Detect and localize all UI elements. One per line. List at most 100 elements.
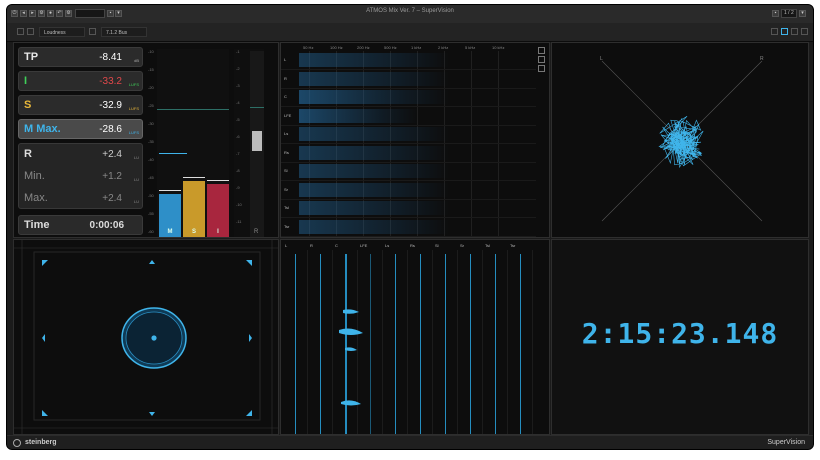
clock-panel: 2:15:23.148 — [551, 239, 809, 435]
short-term-label: S — [24, 99, 32, 111]
range-tick: -1 — [236, 49, 240, 54]
scale-tick: -30 — [148, 121, 154, 126]
spectrogram-band — [299, 90, 449, 104]
short-term-value: -32.9 — [99, 100, 122, 111]
window-title: ATMOS Mix Ver. 7 – SuperVision — [366, 8, 454, 14]
range-label: R — [24, 148, 32, 160]
spectrogram-band — [299, 53, 449, 67]
scale-tick: -60 — [148, 229, 154, 234]
dropdown-icon[interactable]: ▾ — [799, 10, 806, 17]
channel-separator — [281, 161, 536, 163]
speaker-icon — [249, 334, 252, 342]
bar-label: S — [191, 229, 196, 235]
surround-field — [14, 240, 278, 434]
channel-separator — [281, 235, 536, 237]
scale-tick: -45 — [148, 175, 154, 180]
loudness-range-group: R +2.4 LU Min. +1.2 LU Max. +2.4 LU — [18, 143, 143, 209]
scale-tick: -20 — [148, 85, 154, 90]
window-icon[interactable]: ▪ — [772, 10, 779, 17]
range-max-label: Max. — [24, 192, 48, 204]
link-icon[interactable] — [89, 28, 96, 35]
range-tick: -5 — [236, 117, 240, 122]
range-tick: -9 — [236, 185, 240, 190]
range-target-line — [250, 107, 264, 108]
spectrogram-channel-label: Ls — [284, 131, 289, 136]
scale-tick: -10 — [148, 49, 154, 54]
spectrogram-channel-label: Sr — [284, 186, 288, 192]
app-window: ⏻ ◂ ▸ ⚙ ● ↶ ⚙ ▪ ▾ ATMOS Mix Ver. 7 – Sup… — [6, 4, 814, 450]
speaker-icon — [246, 260, 252, 266]
grid-icon[interactable] — [17, 28, 24, 35]
reset-icon[interactable] — [771, 28, 778, 35]
scale-tick: -50 — [148, 193, 154, 198]
title-bar: ⏻ ◂ ▸ ⚙ ● ↶ ⚙ ▪ ▾ ATMOS Mix Ver. 7 – Sup… — [7, 5, 813, 24]
footer-bar: steinberg SuperVision — [7, 435, 813, 449]
short-term-unit: LUFS — [128, 106, 139, 111]
tp-label: TP — [24, 51, 39, 63]
freq-gridline — [498, 51, 499, 237]
vectorscope-panel: L R — [551, 42, 809, 238]
transient-mark — [343, 309, 359, 314]
bar-peak-cap — [183, 177, 205, 178]
channel-dropdown[interactable]: 7.1.2 Bus — [101, 27, 147, 37]
speaker-icon — [149, 412, 155, 416]
layout-dropdown[interactable]: Loudness — [39, 27, 85, 37]
freq-label: 200 Hz — [357, 45, 370, 50]
freq-label: 50 Hz — [303, 45, 314, 50]
spectrogram-band — [299, 219, 449, 234]
steinberg-logo-icon — [13, 439, 21, 447]
spectrogram-channel-label: L — [284, 57, 287, 62]
transient-mark — [339, 328, 363, 335]
spectrogram-band — [299, 71, 449, 86]
range-tick: -3 — [236, 83, 240, 88]
spectrogram-band — [299, 108, 419, 123]
bar-peak-cap — [207, 180, 229, 181]
momentary-max-label: M Max. — [24, 123, 61, 135]
speaker-icon — [149, 260, 155, 264]
view-icon[interactable] — [781, 28, 788, 35]
spectrogram-channel-label: R — [284, 75, 287, 81]
vectorscope-r-label: R — [760, 56, 764, 62]
scale-tick: -15 — [148, 67, 154, 72]
monitor-icon[interactable] — [791, 28, 798, 35]
range-unit: LU — [133, 155, 139, 160]
lissajous-path — [658, 115, 704, 169]
freq-label: 100 Hz — [330, 45, 343, 50]
channel-separator — [281, 198, 536, 200]
spectrogram-channel-label: C — [284, 94, 287, 99]
momentary-max-value: -28.6 — [99, 124, 122, 135]
scale-tick: -55 — [148, 211, 154, 216]
spectrogram-panel: 50 Hz 100 Hz 200 Hz 500 Hz 1 kHz 2 kHz 5 kHz 10… — [280, 42, 550, 238]
channel-separator — [281, 124, 536, 126]
channel-separator — [281, 106, 536, 107]
range-min-unit: LU — [133, 177, 139, 182]
spectrogram-channel-label: LFE — [284, 112, 292, 118]
channel-separator — [281, 87, 536, 89]
range-tick: -7 — [236, 151, 240, 156]
spectrogram-band — [299, 182, 449, 197]
panel-icon[interactable] — [801, 28, 808, 35]
spectrogram-band — [299, 145, 449, 160]
layout-icon[interactable] — [27, 28, 34, 35]
vectorscope-l-label: L — [600, 56, 603, 62]
loudness-row-short-term: S -32.9 LUFS — [18, 95, 143, 115]
freq-gridline — [471, 51, 472, 237]
range-value: +2.4 — [102, 149, 122, 160]
channel-separator — [281, 143, 536, 144]
channel-separator — [281, 180, 536, 181]
range-meter: R — [250, 51, 264, 237]
range-tick: -2 — [236, 66, 240, 71]
expand-icon[interactable] — [538, 47, 545, 54]
options-icon[interactable] — [538, 65, 545, 72]
scale-tick: -40 — [148, 157, 154, 162]
transient-mark — [341, 400, 361, 406]
loudness-row-time: Time 0:00:06 — [18, 215, 143, 235]
zoom-icon[interactable] — [538, 56, 545, 63]
loudness-row-momentary-max[interactable]: M Max. -28.6 LUFS — [18, 119, 143, 139]
transient-marks — [339, 309, 363, 406]
page-field[interactable]: 1 / 2 — [781, 9, 797, 18]
product-name: SuperVision — [767, 439, 805, 446]
brand-name: steinberg — [25, 439, 57, 446]
transient-mark — [345, 347, 357, 351]
bar-peak-cap — [159, 190, 181, 191]
